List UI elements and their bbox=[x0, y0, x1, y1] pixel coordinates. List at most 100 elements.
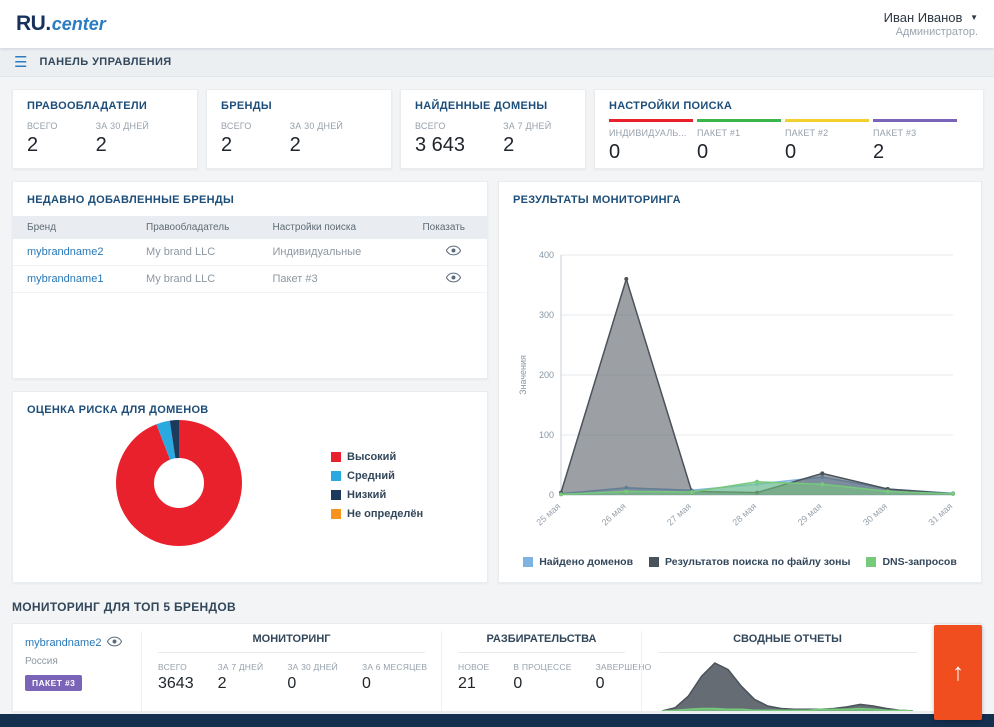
col-owner: Правообладатель bbox=[136, 216, 262, 239]
menu-icon[interactable]: ☰ bbox=[14, 55, 27, 70]
col-settings: Настройки поиска bbox=[263, 216, 396, 239]
package-color-bar bbox=[609, 119, 693, 122]
left-column: НЕДАВНО ДОБАВЛЕННЫЕ БРЕНДЫ Бренд Правооб… bbox=[12, 181, 488, 583]
card-title: БРЕНДЫ bbox=[221, 100, 377, 112]
risk-legend: Высокий Средний Низкий Не определён bbox=[331, 451, 473, 520]
brand-link[interactable]: mybrandname1 bbox=[27, 273, 103, 285]
brand-link[interactable]: mybrandname2 bbox=[27, 246, 103, 258]
stat-total: ВСЕГО 2 bbox=[27, 121, 58, 157]
svg-text:27 мая: 27 мая bbox=[665, 501, 693, 528]
svg-text:26 мая: 26 мая bbox=[600, 501, 628, 528]
settings-cell: Пакет #3 bbox=[263, 266, 396, 293]
package-color-bar bbox=[873, 119, 957, 122]
legend-swatch bbox=[866, 557, 876, 567]
svg-text:29 мая: 29 мая bbox=[796, 501, 824, 528]
card-rightsholders: ПРАВООБЛАДАТЕЛИ ВСЕГО 2 ЗА 30 ДНЕЙ 2 bbox=[12, 89, 198, 169]
top-brand-info: mybrandname2 Россия ПАКЕТ #3 bbox=[13, 631, 141, 711]
stat-package-3: ПАКЕТ #3 2 bbox=[873, 119, 961, 164]
stat-30days: ЗА 30 ДНЕЙ 2 bbox=[290, 121, 344, 157]
stat-total: ВСЕГО 3643 bbox=[158, 662, 194, 693]
section-title: МОНИТОРИНГ bbox=[158, 631, 425, 653]
svg-text:0: 0 bbox=[549, 490, 554, 500]
card-title: ОЦЕНКА РИСКА ДЛЯ ДОМЕНОВ bbox=[27, 404, 473, 416]
eye-icon[interactable] bbox=[446, 274, 461, 286]
stat-in-progress: В ПРОЦЕССЕ 0 bbox=[513, 662, 571, 693]
col-brand: Бренд bbox=[13, 216, 136, 239]
brand-link[interactable]: mybrandname2 bbox=[25, 637, 101, 649]
legend-item-low: Низкий bbox=[331, 489, 473, 501]
card-title: ПРАВООБЛАДАТЕЛИ bbox=[27, 100, 183, 112]
eye-icon[interactable] bbox=[446, 247, 461, 259]
arrow-up-icon: ↑ bbox=[952, 659, 964, 686]
svg-text:30 мая: 30 мая bbox=[861, 501, 889, 528]
section-title: СВОДНЫЕ ОТЧЕТЫ bbox=[658, 631, 917, 653]
top-header: RU . center Иван Иванов ▼ Администратор. bbox=[0, 0, 994, 48]
svg-text:25 мая: 25 мая bbox=[534, 501, 562, 528]
svg-text:Значения: Значения bbox=[518, 355, 528, 395]
legend-swatch bbox=[649, 557, 659, 567]
monitoring-results-card: РЕЗУЛЬТАТЫ МОНИТОРИНГА 010020030040025 м… bbox=[498, 181, 982, 583]
card-title: НЕДАВНО ДОБАВЛЕННЫЕ БРЕНДЫ bbox=[13, 194, 487, 216]
middle-row: НЕДАВНО ДОБАВЛЕННЫЕ БРЕНДЫ Бренд Правооб… bbox=[12, 181, 982, 583]
summary-reports-section: СВОДНЫЕ ОТЧЕТЫ bbox=[641, 631, 981, 711]
svg-text:28 мая: 28 мая bbox=[730, 501, 758, 528]
logo-center-text: center bbox=[52, 14, 106, 35]
main-content: ПРАВООБЛАДАТЕЛИ ВСЕГО 2 ЗА 30 ДНЕЙ 2 БРЕ… bbox=[0, 77, 994, 724]
legend-swatch bbox=[523, 557, 533, 567]
package-badge: ПАКЕТ #3 bbox=[25, 675, 82, 691]
stat-package-1: ПАКЕТ #1 0 bbox=[697, 119, 785, 164]
legend-swatch bbox=[331, 471, 341, 481]
stat-7days: ЗА 7 ДНЕЙ 2 bbox=[218, 662, 264, 693]
domain-risk-card: ОЦЕНКА РИСКА ДЛЯ ДОМЕНОВ Высокий Средний bbox=[12, 391, 488, 583]
table-row: mybrandname2 My brand LLC Индивидуальные bbox=[13, 239, 487, 266]
legend-item-found-domains: Найдено доменов bbox=[523, 556, 633, 568]
footer-bar bbox=[0, 714, 994, 727]
user-name: Иван Иванов bbox=[884, 10, 963, 25]
stat-total: ВСЕГО 2 bbox=[221, 121, 252, 157]
card-title: НАЙДЕННЫЕ ДОМЕНЫ bbox=[415, 100, 571, 112]
svg-text:100: 100 bbox=[539, 430, 554, 440]
stat-30days: ЗА 30 ДНЕЙ 2 bbox=[96, 121, 150, 157]
user-menu[interactable]: Иван Иванов ▼ Администратор. bbox=[884, 10, 978, 38]
chevron-down-icon: ▼ bbox=[970, 13, 978, 22]
stat-individual: ИНДИВИДУАЛЬ... 0 bbox=[609, 119, 697, 164]
stats-row: ПРАВООБЛАДАТЕЛИ ВСЕГО 2 ЗА 30 ДНЕЙ 2 БРЕ… bbox=[12, 89, 982, 169]
top-brand-row-card: mybrandname2 Россия ПАКЕТ #3 МОНИТОРИНГ … bbox=[12, 623, 982, 712]
legend-swatch bbox=[331, 509, 341, 519]
svg-text:400: 400 bbox=[539, 250, 554, 260]
stat-6months: ЗА 6 МЕСЯЦЕВ 0 bbox=[362, 662, 427, 693]
monitoring-legend: Найдено доменов Результатов поиска по фа… bbox=[513, 552, 967, 570]
stat-7days: ЗА 7 ДНЕЙ 2 bbox=[503, 121, 551, 157]
brands-table: Бренд Правообладатель Настройки поиска П… bbox=[13, 216, 487, 293]
scroll-top-button[interactable]: ↑ bbox=[934, 625, 982, 720]
svg-text:200: 200 bbox=[539, 370, 554, 380]
stat-package-2: ПАКЕТ #2 0 bbox=[785, 119, 873, 164]
card-brands: БРЕНДЫ ВСЕГО 2 ЗА 30 ДНЕЙ 2 bbox=[206, 89, 392, 169]
navbar: ☰ ПАНЕЛЬ УПРАВЛЕНИЯ bbox=[0, 48, 994, 77]
rucenter-logo[interactable]: RU . center bbox=[16, 12, 106, 36]
legend-item-dns-requests: DNS-запросов bbox=[866, 556, 956, 568]
card-search-settings: НАСТРОЙКИ ПОИСКА ИНДИВИДУАЛЬ... 0 ПАКЕТ … bbox=[594, 89, 984, 169]
brand-country: Россия bbox=[25, 656, 129, 667]
logo-ru-text: RU bbox=[16, 12, 45, 36]
svg-text:31 мая: 31 мая bbox=[926, 501, 954, 528]
reports-sparkline bbox=[660, 659, 915, 712]
card-title: НАСТРОЙКИ ПОИСКА bbox=[609, 100, 969, 112]
risk-donut-chart bbox=[116, 420, 242, 551]
user-role: Администратор. bbox=[884, 26, 978, 38]
monitoring-chart: 010020030040025 мая26 мая27 мая28 мая29 … bbox=[515, 245, 965, 552]
legend-item-undefined: Не определён bbox=[331, 508, 473, 520]
owner-cell: My brand LLC bbox=[136, 239, 262, 266]
owner-cell: My brand LLC bbox=[136, 266, 262, 293]
page-title: ПАНЕЛЬ УПРАВЛЕНИЯ bbox=[39, 56, 171, 68]
table-header-row: Бренд Правообладатель Настройки поиска П… bbox=[13, 216, 487, 239]
eye-icon[interactable] bbox=[107, 634, 122, 652]
col-show: Показать bbox=[396, 216, 487, 239]
top-brands-heading: МОНИТОРИНГ ДЛЯ ТОП 5 БРЕНДОВ bbox=[12, 600, 982, 614]
recent-brands-card: НЕДАВНО ДОБАВЛЕННЫЕ БРЕНДЫ Бренд Правооб… bbox=[12, 181, 488, 379]
settings-cell: Индивидуальные bbox=[263, 239, 396, 266]
proceedings-section: РАЗБИРАТЕЛЬСТВА НОВОЕ 21 В ПРОЦЕССЕ 0 ЗА… bbox=[441, 631, 641, 711]
stat-30days: ЗА 30 ДНЕЙ 0 bbox=[287, 662, 338, 693]
card-found-domains: НАЙДЕННЫЕ ДОМЕНЫ ВСЕГО 3 643 ЗА 7 ДНЕЙ 2 bbox=[400, 89, 586, 169]
section-title: РАЗБИРАТЕЛЬСТВА bbox=[458, 631, 625, 653]
